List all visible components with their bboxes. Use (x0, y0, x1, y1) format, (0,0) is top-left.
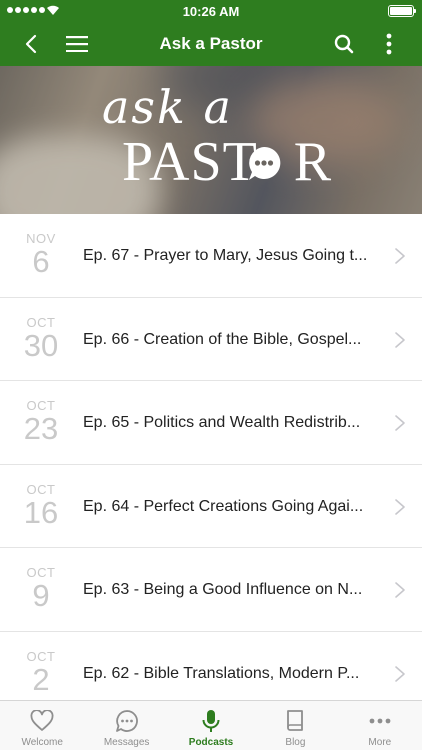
chevron-right-icon (395, 498, 405, 515)
vertical-ellipsis-icon (386, 33, 392, 55)
episode-title: Ep. 67 - Prayer to Mary, Jesus Going t..… (83, 247, 368, 264)
banner-title: PAST R (122, 131, 333, 193)
menu-button[interactable] (60, 22, 94, 66)
list-item[interactable]: NOV 6 Ep. 67 - Prayer to Mary, Jesus Going… (0, 214, 422, 298)
episode-day: 2 (32, 661, 50, 697)
chevron-right-icon (395, 665, 405, 682)
episode-title: Ep. 64 - Perfect Creations Going Agai... (83, 497, 364, 515)
back-button[interactable] (14, 22, 48, 66)
episode-date: OCT 23 (14, 399, 68, 445)
tab-more[interactable]: More (338, 701, 422, 750)
ellipsis-icon (367, 708, 393, 734)
episode-title: Ep. 63 - Being a Good Influence on N... (83, 581, 363, 598)
search-button[interactable] (326, 22, 362, 66)
microphone-icon (198, 708, 224, 734)
episode-title: Ep. 66 - Creation of the Bible, Gospel..… (83, 330, 362, 348)
tab-label: Blog (285, 737, 306, 748)
episode-day: 6 (32, 244, 50, 279)
episode-title: Ep. 65 - Politics and Wealth Redistrib..… (83, 414, 361, 431)
hamburger-menu-icon (66, 36, 88, 52)
page-title: Ask a Pastor (159, 34, 263, 53)
status-bar: 10:26 AM (0, 0, 422, 22)
episode-date: OCT 30 (14, 315, 68, 363)
episode-day: 16 (23, 494, 59, 530)
list-item[interactable]: OCT 2 Ep. 62 - Bible Translations, Modern … (0, 632, 422, 701)
episode-date: OCT 2 (14, 649, 68, 697)
list-item[interactable]: OCT 23 Ep. 65 - Politics and Wealth Redist… (0, 381, 422, 465)
chat-bubble-icon (114, 708, 140, 734)
list-item[interactable]: OCT 9 Ep. 63 - Being a Good Influence on N… (0, 548, 422, 632)
episode-day: 23 (23, 411, 59, 446)
heart-icon (29, 708, 55, 734)
podcast-banner: ask a PAST R (0, 66, 422, 214)
chevron-right-icon (395, 582, 405, 598)
episode-day: 30 (23, 327, 59, 363)
overflow-menu-button[interactable] (372, 22, 406, 66)
episode-day: 9 (32, 578, 50, 613)
book-icon (282, 708, 308, 734)
navigation-bar: Ask a Pastor (0, 22, 422, 66)
tab-bar: Welcome Messages Podcasts Blog More (0, 700, 422, 750)
search-icon (334, 34, 354, 54)
tab-label: More (368, 737, 392, 748)
episode-date: NOV 6 (14, 232, 68, 278)
chevron-left-icon (25, 34, 37, 54)
speech-bubble-icon (249, 146, 281, 180)
tab-messages[interactable]: Messages (84, 701, 168, 750)
tab-label: Podcasts (188, 737, 234, 748)
tab-label: Messages (103, 737, 150, 748)
banner-script-text: ask a (102, 80, 233, 134)
chevron-right-icon (395, 248, 405, 264)
episode-date: OCT 9 (14, 566, 68, 612)
status-time: 10:26 AM (182, 4, 240, 19)
tab-podcasts[interactable]: Podcasts (169, 701, 253, 750)
tab-label: Welcome (21, 737, 63, 748)
tab-welcome[interactable]: Welcome (0, 701, 84, 750)
episode-title: Ep. 62 - Bible Translations, Modern P... (83, 664, 360, 682)
chevron-right-icon (395, 415, 405, 431)
chevron-right-icon (395, 331, 405, 348)
episode-list: NOV 6 Ep. 67 - Prayer to Mary, Jesus Going… (0, 214, 422, 700)
battery-icon (388, 5, 416, 17)
tab-blog[interactable]: Blog (253, 701, 337, 750)
episode-date: OCT 16 (14, 482, 68, 530)
list-item[interactable]: OCT 30 Ep. 66 - Creation of the Bible, Gos… (0, 298, 422, 381)
list-item[interactable]: OCT 16 Ep. 64 - Perfect Creations Going Ag… (0, 465, 422, 548)
